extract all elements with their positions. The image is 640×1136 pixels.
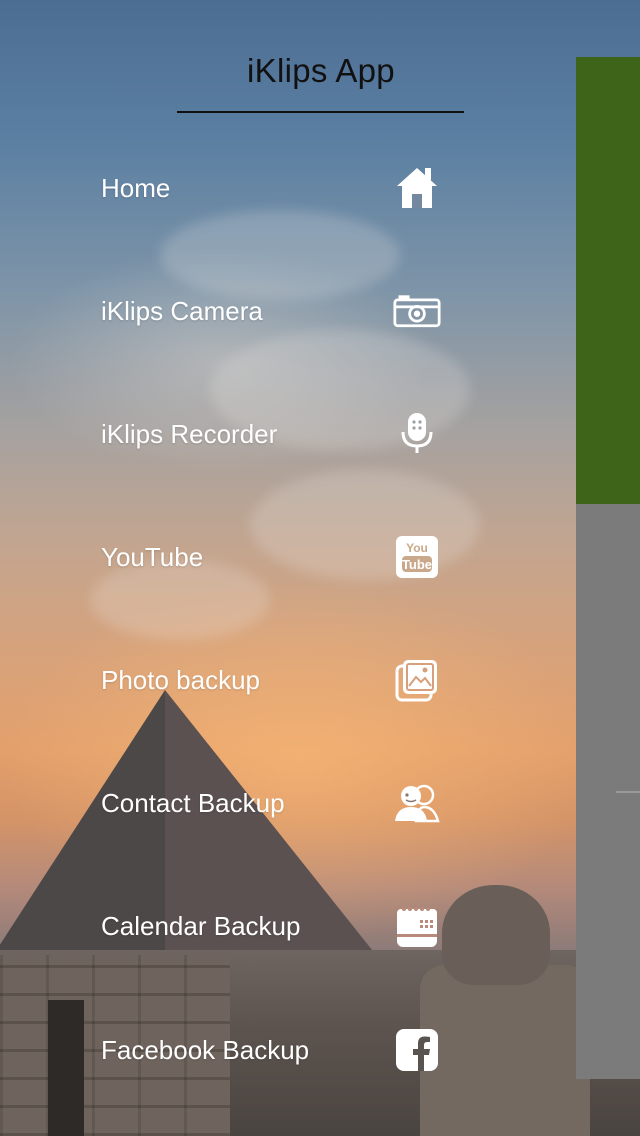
menu-item-photo-backup[interactable]: Photo backup [101, 645, 441, 715]
svg-text:You: You [406, 541, 428, 555]
side-menu-screen: iKlips App Home iKlips Camera iKlips Rec… [0, 0, 640, 1136]
menu-item-label: YouTube [101, 541, 204, 572]
menu-item-label: iKlips Camera [101, 295, 263, 326]
youtube-icon: You Tube [393, 533, 441, 581]
menu-item-iklips-camera[interactable]: iKlips Camera [101, 276, 441, 346]
menu-title: iKlips App [247, 52, 395, 89]
menu-item-label: Home [101, 172, 171, 203]
menu-item-contact-backup[interactable]: Contact Backup [101, 768, 441, 838]
menu-item-label: Photo backup [101, 664, 261, 695]
microphone-icon [393, 410, 441, 458]
facebook-icon [393, 1026, 441, 1074]
calendar-icon [393, 902, 441, 950]
contacts-icon [393, 779, 441, 827]
camera-icon [393, 287, 441, 335]
svg-text:Tube: Tube [402, 557, 432, 572]
photo-icon [393, 656, 441, 704]
main-screen-header[interactable] [576, 57, 640, 504]
menu-item-facebook-backup[interactable]: Facebook Backup [101, 1015, 441, 1085]
menu-item-iklips-recorder[interactable]: iKlips Recorder [101, 399, 441, 469]
ruins-doorway [48, 1000, 84, 1136]
menu-title-underline [177, 111, 464, 113]
menu-item-calendar-backup[interactable]: Calendar Backup [101, 891, 441, 961]
menu-item-label: Contact Backup [101, 787, 285, 818]
menu-item-home[interactable]: Home [101, 153, 441, 223]
sphinx-head [442, 885, 550, 985]
menu-item-label: Facebook Backup [101, 1034, 310, 1065]
main-screen-divider [616, 791, 640, 793]
menu-item-youtube[interactable]: YouTube You Tube [101, 522, 441, 592]
home-icon [393, 164, 441, 212]
sphinx-body [420, 965, 590, 1136]
menu-item-label: Calendar Backup [101, 910, 301, 941]
menu-item-label: iKlips Recorder [101, 418, 278, 449]
